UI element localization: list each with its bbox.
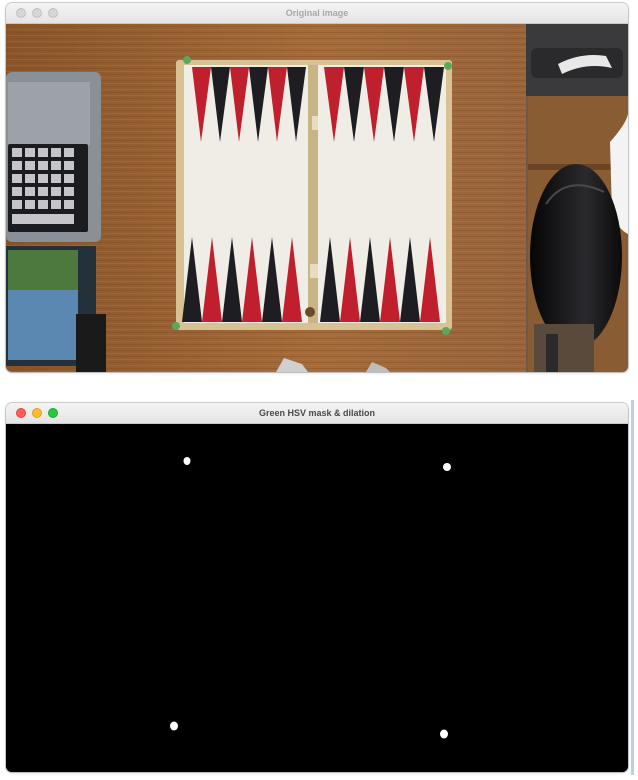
backgammon-board [172, 56, 452, 335]
mask-blob-bottom-left [170, 721, 178, 731]
window-title: Original image [285, 8, 349, 18]
original-image-window: Original image [6, 3, 628, 372]
mask-titlebar[interactable]: Green HSV mask & dilation [6, 403, 628, 424]
laptop [6, 72, 106, 372]
original-image-titlebar[interactable]: Original image [6, 3, 628, 24]
black-chair [530, 164, 622, 348]
original-image-canvas [6, 24, 628, 372]
mask-blob-top-right [443, 463, 451, 471]
mask-image [6, 424, 628, 772]
backgammon-photo [6, 24, 628, 372]
marker-top-left [183, 56, 191, 64]
marker-bottom-left [172, 322, 180, 330]
mask-blob-top-left [183, 457, 191, 465]
mask-window: Green HSV mask & dilation [6, 403, 628, 772]
scroll-edge [631, 400, 634, 775]
mask-canvas [6, 424, 628, 772]
marker-top-right [444, 62, 452, 70]
window-title: Green HSV mask & dilation [258, 408, 376, 418]
mask-blob-bottom-right [440, 729, 448, 739]
marker-bottom-right [442, 327, 450, 335]
